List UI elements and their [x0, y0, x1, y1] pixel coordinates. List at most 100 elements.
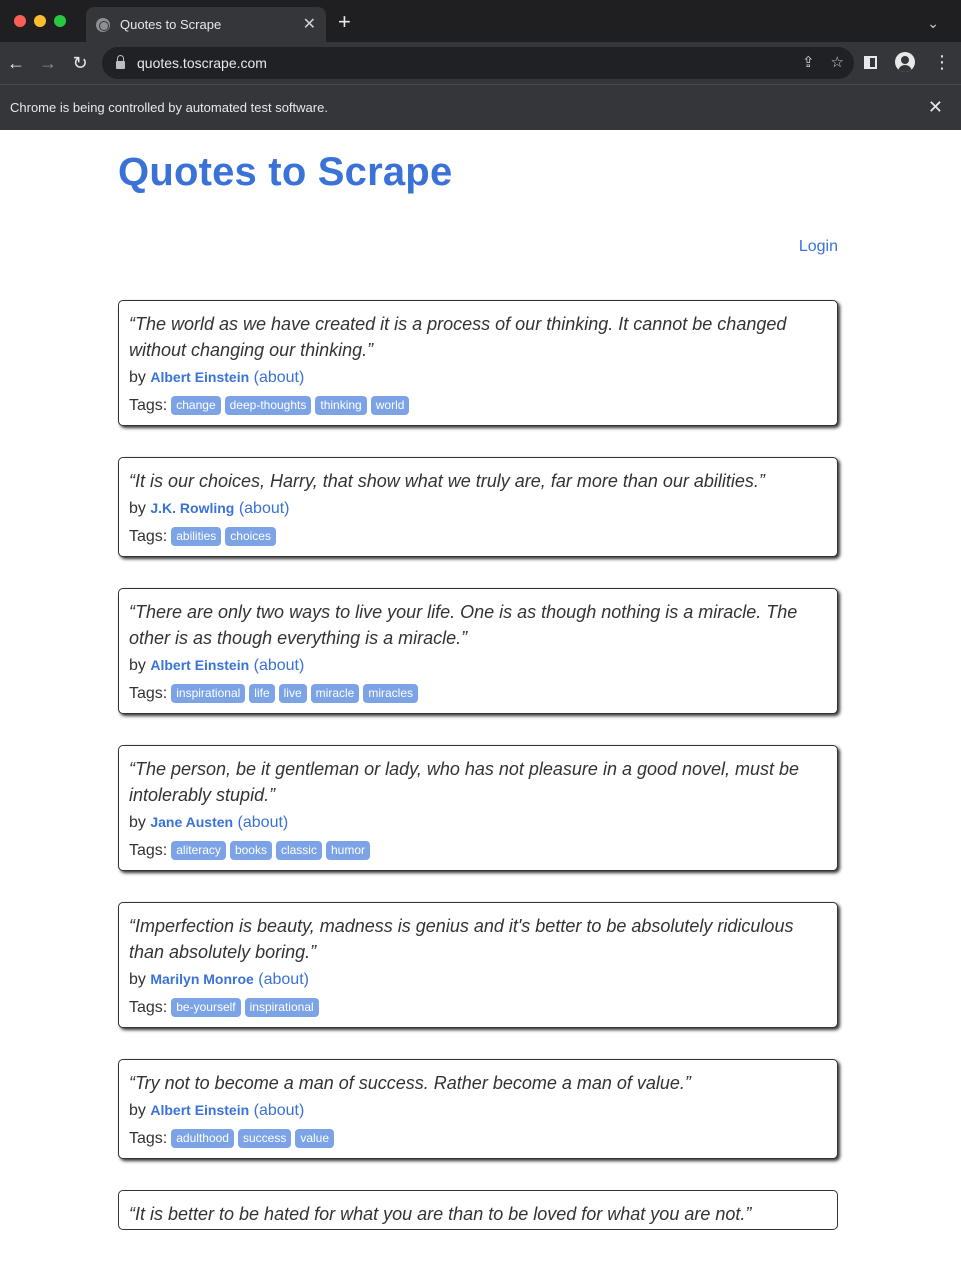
quote-author: Marilyn Monroe: [150, 971, 254, 987]
quote-text: “It is better to be hated for what you a…: [129, 1204, 752, 1224]
lock-icon[interactable]: [116, 55, 125, 69]
by-label: by: [129, 369, 146, 386]
tag-link[interactable]: choices: [225, 527, 276, 546]
by-label: by: [129, 971, 146, 988]
tags-label: Tags:: [129, 684, 168, 702]
by-label: by: [129, 814, 146, 831]
quote-card: “The person, be it gentleman or lady, wh…: [118, 745, 838, 871]
quote-author: Jane Austen: [150, 814, 234, 830]
tag-link[interactable]: value: [295, 1129, 335, 1148]
browser-tab-bar: Quotes to Scrape ✕ + ⌄: [0, 0, 961, 42]
tag-link[interactable]: books: [229, 841, 272, 860]
quote-card: “Try not to become a man of success. Rat…: [118, 1059, 838, 1159]
tag-link[interactable]: miracle: [310, 684, 360, 703]
quote-text: “The person, be it gentleman or lady, wh…: [129, 759, 800, 805]
by-label: by: [129, 1102, 146, 1119]
forward-button[interactable]: →: [32, 53, 64, 74]
author-about-link[interactable]: (about): [238, 814, 289, 831]
site-header: Quotes to Scrape Login: [118, 130, 838, 300]
url-text[interactable]: quotes.toscrape.com: [137, 55, 267, 71]
browser-tab[interactable]: Quotes to Scrape ✕: [86, 7, 326, 42]
tag-link[interactable]: inspirational: [244, 998, 319, 1017]
tag-link[interactable]: humor: [325, 841, 370, 860]
quote-card: “It is our choices, Harry, that show wha…: [118, 457, 838, 557]
quote-tags: Tags: abilities choices: [129, 527, 827, 546]
quote-byline: by Jane Austen (about): [129, 810, 827, 835]
tags-label: Tags:: [129, 998, 168, 1016]
zoom-window-button[interactable]: [54, 15, 66, 27]
quote-author: Albert Einstein: [150, 369, 250, 385]
author-about-link[interactable]: (about): [254, 1102, 305, 1119]
address-bar[interactable]: quotes.toscrape.com ⇪ ☆: [102, 47, 854, 79]
page-content: Quotes to Scrape Login “The world as we …: [0, 130, 961, 1230]
quote-text: “It is our choices, Harry, that show wha…: [129, 471, 765, 491]
tag-link[interactable]: classic: [275, 841, 322, 860]
close-window-button[interactable]: [14, 15, 26, 27]
tag-link[interactable]: adulthood: [171, 1129, 234, 1148]
more-menu-icon[interactable]: ⋮: [933, 53, 951, 71]
tag-link[interactable]: thinking: [315, 396, 367, 415]
quote-tags: Tags: aliteracy books classic humor: [129, 841, 827, 860]
author-about-link[interactable]: (about): [254, 369, 305, 386]
login-link[interactable]: Login: [799, 238, 838, 256]
share-icon[interactable]: ⇪: [802, 53, 815, 71]
author-about-link[interactable]: (about): [258, 971, 309, 988]
tag-link[interactable]: inspirational: [171, 684, 246, 703]
globe-icon: [96, 17, 110, 32]
new-tab-button[interactable]: +: [338, 11, 351, 33]
author-about-link[interactable]: (about): [254, 657, 305, 674]
window-controls: [14, 15, 66, 27]
quote-author: Albert Einstein: [150, 657, 250, 673]
minimize-window-button[interactable]: [34, 15, 46, 27]
quote-card: “It is better to be hated for what you a…: [118, 1190, 838, 1230]
quote-text: “There are only two ways to live your li…: [129, 602, 798, 648]
author-about-link[interactable]: (about): [239, 500, 290, 517]
reload-button[interactable]: ↻: [64, 53, 96, 74]
quote-card: “There are only two ways to live your li…: [118, 588, 838, 714]
tag-link[interactable]: miracles: [363, 684, 418, 703]
tag-link[interactable]: be-yourself: [171, 998, 241, 1017]
tag-link[interactable]: abilities: [171, 527, 222, 546]
quote-card: “The world as we have created it is a pr…: [118, 300, 838, 426]
quote-tags: Tags: be-yourself inspirational: [129, 998, 827, 1017]
tab-title: Quotes to Scrape: [120, 17, 222, 32]
quote-author: Albert Einstein: [150, 1102, 250, 1118]
browser-toolbar: ← → ↻ quotes.toscrape.com ⇪ ☆ ⋮: [0, 42, 961, 84]
quote-tags: Tags: change deep-thoughts thinking world: [129, 396, 827, 415]
quote-text: “Try not to become a man of success. Rat…: [129, 1073, 691, 1093]
quote-tags: Tags: inspirational life live miracle miracle…: [129, 684, 827, 703]
quote-byline: by Marilyn Monroe (about): [129, 967, 827, 992]
chevron-down-icon[interactable]: ⌄: [927, 15, 939, 32]
tag-link[interactable]: life: [249, 684, 275, 703]
tag-link[interactable]: world: [370, 396, 410, 415]
profile-icon[interactable]: [895, 52, 915, 72]
tags-label: Tags:: [129, 841, 168, 859]
tag-link[interactable]: aliteracy: [171, 841, 226, 860]
close-infobar-icon[interactable]: ✕: [928, 97, 943, 118]
tag-link[interactable]: live: [278, 684, 307, 703]
by-label: by: [129, 657, 146, 674]
site-title-link[interactable]: Quotes to Scrape: [118, 150, 452, 195]
bookmark-star-icon[interactable]: ☆: [831, 53, 844, 71]
by-label: by: [129, 500, 146, 517]
quote-text: “Imperfection is beauty, madness is geni…: [129, 916, 794, 962]
quote-list: “The world as we have created it is a pr…: [118, 300, 838, 1230]
tags-label: Tags:: [129, 1129, 168, 1147]
infobar-message: Chrome is being controlled by automated …: [10, 100, 328, 115]
tag-link[interactable]: success: [237, 1129, 292, 1148]
quote-card: “Imperfection is beauty, madness is geni…: [118, 902, 838, 1028]
tags-label: Tags:: [129, 527, 168, 545]
quote-tags: Tags: adulthood success value: [129, 1129, 827, 1148]
quote-byline: by Albert Einstein (about): [129, 1098, 827, 1123]
quote-byline: by J.K. Rowling (about): [129, 496, 827, 521]
side-panel-icon[interactable]: [864, 55, 877, 69]
close-tab-icon[interactable]: ✕: [303, 16, 316, 33]
tags-label: Tags:: [129, 396, 168, 414]
automation-infobar: Chrome is being controlled by automated …: [0, 84, 961, 130]
back-button[interactable]: ←: [0, 53, 32, 74]
quote-byline: by Albert Einstein (about): [129, 365, 827, 390]
tag-link[interactable]: change: [171, 396, 221, 415]
tag-link[interactable]: deep-thoughts: [224, 396, 312, 415]
quote-byline: by Albert Einstein (about): [129, 653, 827, 678]
quote-author: J.K. Rowling: [150, 500, 235, 516]
